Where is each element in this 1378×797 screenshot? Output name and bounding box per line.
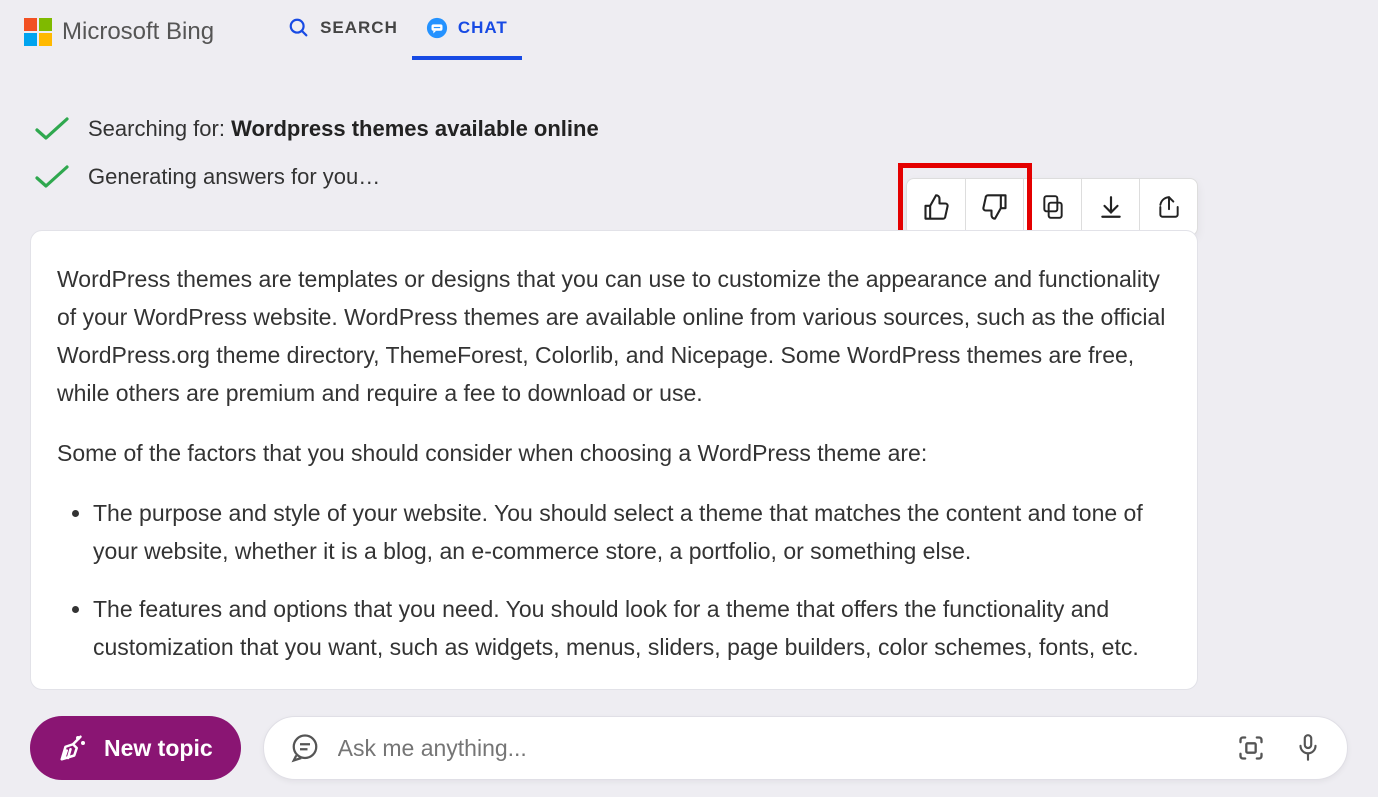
chat-icon	[426, 17, 448, 39]
download-button[interactable]	[1081, 179, 1139, 235]
answer-paragraph-1: WordPress themes are templates or design…	[57, 261, 1171, 413]
check-icon	[34, 116, 70, 142]
like-button[interactable]	[907, 179, 965, 235]
share-icon	[1156, 194, 1182, 220]
thumbs-up-icon	[922, 193, 950, 221]
brand-text: Microsoft Bing	[62, 18, 214, 46]
status-searching-query: Wordpress themes available online	[231, 116, 599, 141]
broom-icon	[58, 733, 88, 763]
copy-icon	[1040, 194, 1066, 220]
status-searching-prefix: Searching for:	[88, 116, 231, 141]
thumbs-down-icon	[981, 193, 1009, 221]
new-topic-button[interactable]: New topic	[30, 716, 241, 780]
header: Microsoft Bing SEARCH CHAT	[0, 0, 1378, 60]
status-searching: Searching for: Wordpress themes availabl…	[34, 116, 1378, 142]
answer-list-item-2: The features and options that you need. …	[93, 591, 1171, 667]
share-button[interactable]	[1139, 179, 1197, 235]
bottom-bar: New topic	[30, 715, 1348, 781]
tab-search-label: SEARCH	[320, 18, 398, 38]
new-topic-label: New topic	[104, 735, 213, 762]
copy-button[interactable]	[1023, 179, 1081, 235]
microsoft-logo-icon	[24, 18, 52, 46]
answer-list: The purpose and style of your website. Y…	[57, 495, 1171, 667]
microphone-icon[interactable]	[1295, 733, 1321, 763]
nav-tabs: SEARCH CHAT	[274, 0, 522, 60]
chat-input-icon	[290, 733, 320, 763]
answer-toolbar	[906, 178, 1198, 236]
visual-search-icon[interactable]	[1237, 734, 1265, 762]
tab-chat-label: CHAT	[458, 18, 508, 38]
tab-search[interactable]: SEARCH	[274, 0, 412, 60]
status-generating-text: Generating answers for you…	[88, 164, 380, 190]
ask-input[interactable]	[338, 735, 1237, 762]
check-icon	[34, 164, 70, 190]
ask-box[interactable]	[263, 716, 1348, 780]
search-icon	[288, 17, 310, 39]
answer-list-item-1: The purpose and style of your website. Y…	[93, 495, 1171, 571]
brand-logo[interactable]: Microsoft Bing	[24, 18, 214, 46]
answer-paragraph-2: Some of the factors that you should cons…	[57, 435, 1171, 473]
answer-box: WordPress themes are templates or design…	[30, 230, 1198, 690]
tab-chat[interactable]: CHAT	[412, 0, 522, 60]
download-icon	[1098, 194, 1124, 220]
dislike-button[interactable]	[965, 179, 1023, 235]
